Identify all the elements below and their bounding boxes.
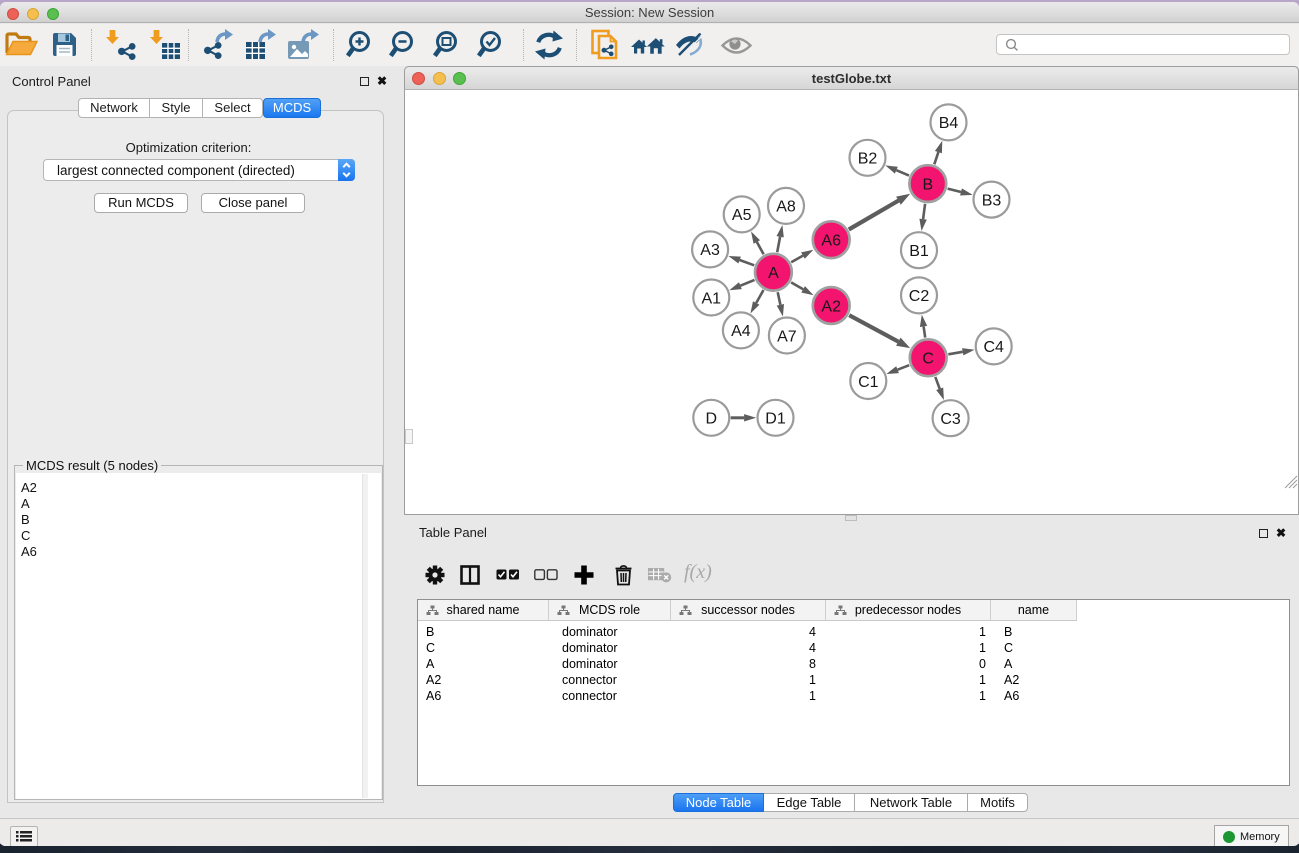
svg-text:B4: B4 [939, 115, 959, 132]
svg-text:A1: A1 [702, 290, 722, 307]
svg-text:D1: D1 [765, 411, 786, 428]
svg-text:C: C [922, 351, 934, 368]
svg-text:A: A [768, 265, 779, 282]
svg-text:D: D [706, 411, 718, 428]
svg-text:A8: A8 [776, 199, 796, 216]
svg-text:B2: B2 [858, 151, 878, 168]
svg-text:B: B [922, 176, 933, 193]
svg-text:A2: A2 [821, 298, 841, 315]
svg-text:A5: A5 [732, 207, 752, 224]
svg-text:C1: C1 [858, 374, 879, 391]
svg-text:A3: A3 [700, 242, 720, 259]
svg-text:C4: C4 [983, 339, 1004, 356]
svg-text:C3: C3 [940, 411, 961, 428]
svg-text:A7: A7 [777, 328, 797, 345]
svg-text:A6: A6 [821, 232, 841, 249]
svg-text:A4: A4 [731, 323, 751, 340]
svg-text:B1: B1 [909, 243, 929, 260]
svg-text:C2: C2 [909, 288, 930, 305]
svg-text:B3: B3 [982, 192, 1002, 209]
